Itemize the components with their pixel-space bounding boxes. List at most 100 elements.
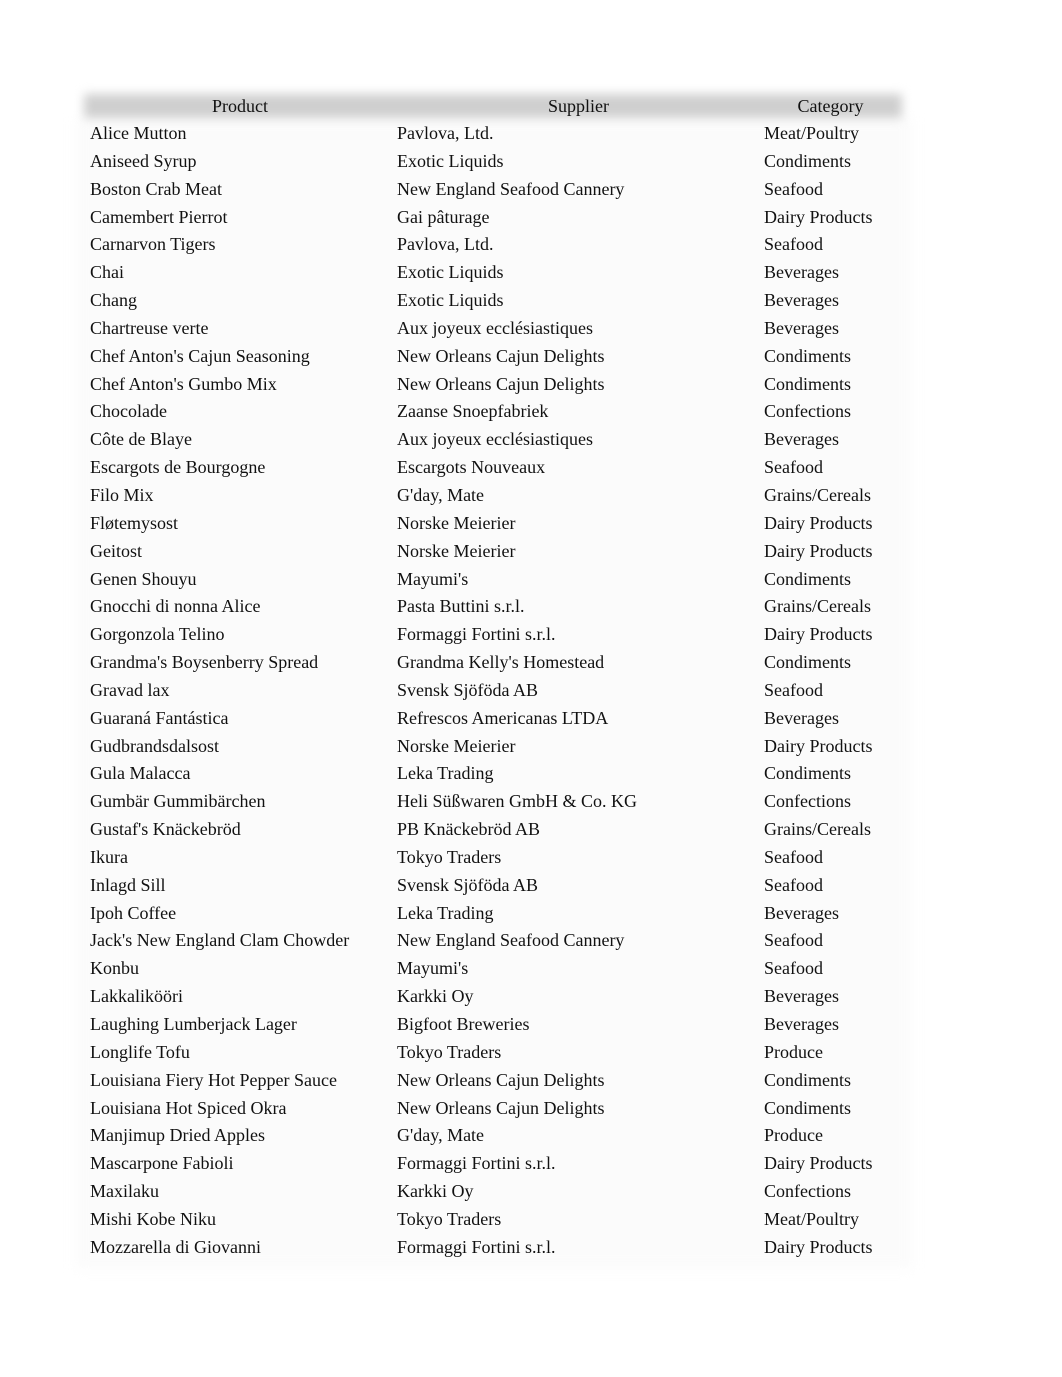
category-cell: Produce (764, 1125, 823, 1146)
supplier-cell: Tokyo Traders (397, 1041, 502, 1062)
category-cell: Beverages (764, 902, 839, 923)
table-row: Chocolade Zaanse Snoepfabriek Confections (84, 398, 904, 426)
table-row: Lakkalikööri Karkki Oy Beverages (84, 983, 904, 1011)
category-cell: Meat/Poultry (764, 1208, 859, 1229)
table-row: Mascarpone Fabioli Formaggi Fortini s.r.l… (84, 1150, 904, 1178)
category-cell: Condiments (764, 150, 852, 171)
table-row: Fløtemysost Norske Meierier Dairy Products (84, 510, 904, 538)
product-cell: Boston Crab Meat (90, 178, 222, 199)
category-cell: Dairy Products (764, 540, 873, 561)
category-cell: Condiments (764, 1069, 852, 1090)
product-cell: Gnocchi di nonna Alice (90, 596, 261, 617)
supplier-cell: Exotic Liquids (397, 150, 504, 171)
product-cell: Louisiana Hot Spiced Okra (90, 1097, 287, 1118)
supplier-cell: Svensk Sjöföda AB (397, 874, 539, 895)
product-cell: Jack's New England Clam Chowder (90, 930, 350, 951)
category-cell: Meat/Poultry (764, 123, 859, 143)
product-cell: Alice Mutton (90, 123, 187, 143)
supplier-cell: Aux joyeux ecclésiastiques (397, 317, 593, 338)
table-row: Chef Anton's Cajun Seasoning New Orleans … (84, 343, 904, 371)
product-cell: Laughing Lumberjack Lager (90, 1014, 297, 1034)
table-row: Gumbär Gummibärchen Heli Süßwaren GmbH & … (84, 788, 904, 816)
table-body: Alice Mutton Pavlova, Ltd. Meat/Poultry Ani… (84, 120, 904, 1262)
product-cell: Gula Malacca (90, 763, 191, 784)
product-cell: Chocolade (90, 401, 167, 422)
table-row: Ikura Tokyo Traders Seafood (84, 844, 904, 872)
supplier-cell: Tokyo Traders (397, 1208, 502, 1229)
product-cell: Genen Shouyu (90, 568, 197, 589)
product-cell: Filo Mix (90, 484, 154, 505)
category-cell: Dairy Products (764, 735, 873, 756)
product-cell: Aniseed Syrup (90, 150, 197, 171)
product-cell: Chef Anton's Gumbo Mix (90, 373, 277, 394)
category-cell: Condiments (764, 373, 852, 394)
table-row: Maxilaku Karkki Oy Confections (84, 1178, 904, 1206)
product-cell: Chang (90, 290, 137, 311)
table-row: Manjimup Dried Apples G'day, Mate Produce (84, 1122, 904, 1150)
product-cell: Mishi Kobe Niku (90, 1208, 216, 1229)
category-cell: Seafood (764, 846, 823, 867)
table-row: Carnarvon Tigers Pavlova, Ltd. Seafood (84, 231, 904, 259)
category-cell: Seafood (764, 874, 823, 895)
category-cell: Dairy Products (764, 1153, 873, 1174)
supplier-cell: New England Seafood Cannery (397, 930, 625, 951)
product-cell: Gumbär Gummibärchen (90, 791, 266, 812)
table-row: Mozzarella di Giovanni Formaggi Fortini s… (84, 1234, 904, 1262)
table-row: Chai Exotic Liquids Beverages (84, 259, 904, 287)
supplier-cell: Gai pâturage (397, 206, 490, 227)
supplier-cell: Mayumi's (397, 568, 469, 589)
supplier-cell: New Orleans Cajun Delights (397, 1097, 605, 1118)
product-cell: Ipoh Coffee (90, 902, 177, 923)
supplier-cell: Formaggi Fortini s.r.l. (397, 1236, 556, 1257)
table-row: Louisiana Fiery Hot Pepper Sauce New Orle… (84, 1067, 904, 1095)
category-cell: Condiments (764, 652, 852, 673)
supplier-cell: Pavlova, Ltd. (397, 123, 494, 143)
table-row: Gudbrandsdalsost Norske Meierier Dairy Pro… (84, 733, 904, 761)
category-cell: Seafood (764, 457, 823, 478)
supplier-cell: New Orleans Cajun Delights (397, 373, 605, 394)
product-cell: Gravad lax (90, 679, 170, 700)
table-row: Laughing Lumberjack Lager Bigfoot Breweri… (84, 1011, 904, 1039)
table-row: Ipoh Coffee Leka Trading Beverages (84, 900, 904, 928)
supplier-cell: G'day, Mate (397, 1125, 485, 1146)
supplier-cell: Exotic Liquids (397, 262, 504, 283)
category-cell: Beverages (764, 1014, 839, 1034)
supplier-cell: Norske Meierier (397, 735, 516, 756)
category-cell: Beverages (764, 262, 839, 283)
category-cell: Condiments (764, 763, 852, 784)
product-cell: Gustaf's Knäckebröd (90, 819, 241, 840)
header-category[interactable]: Category (764, 95, 897, 117)
product-cell: Côte de Blaye (90, 429, 192, 450)
product-cell: Geitost (90, 540, 142, 561)
supplier-cell: Formaggi Fortini s.r.l. (397, 1153, 556, 1174)
product-cell: Chef Anton's Cajun Seasoning (90, 345, 310, 366)
supplier-cell: Aux joyeux ecclésiastiques (397, 429, 593, 450)
product-cell: Mascarpone Fabioli (90, 1153, 234, 1174)
header-product[interactable]: Product (84, 95, 396, 117)
table-row: Mishi Kobe Niku Tokyo Traders Meat/Poultry (84, 1206, 904, 1234)
category-cell: Condiments (764, 568, 852, 589)
category-cell: Seafood (764, 930, 823, 951)
supplier-cell: Leka Trading (397, 902, 494, 923)
supplier-cell: Norske Meierier (397, 540, 516, 561)
supplier-cell: Escargots Nouveaux (397, 457, 546, 478)
category-cell: Beverages (764, 317, 839, 338)
table-row: Konbu Mayumi's Seafood (84, 955, 904, 983)
product-cell: Fløtemysost (90, 512, 179, 533)
table-row: Côte de Blaye Aux joyeux ecclésiastiques B… (84, 426, 904, 454)
product-cell: Louisiana Fiery Hot Pepper Sauce (90, 1069, 337, 1090)
table-row: Louisiana Hot Spiced Okra New Orleans Caj… (84, 1095, 904, 1123)
supplier-cell: Formaggi Fortini s.r.l. (397, 624, 556, 645)
table-row: Chartreuse verte Aux joyeux ecclésiastiqu… (84, 315, 904, 343)
category-cell: Beverages (764, 707, 839, 728)
supplier-cell: Grandma Kelly's Homestead (397, 652, 605, 673)
category-cell: Beverages (764, 290, 839, 311)
category-cell: Confections (764, 791, 851, 812)
product-cell: Grandma's Boysenberry Spread (90, 652, 319, 673)
product-cell: Manjimup Dried Apples (90, 1125, 265, 1146)
category-cell: Grains/Cereals (764, 819, 871, 840)
category-cell: Confections (764, 401, 851, 422)
product-cell: Inlagd Sill (90, 874, 166, 895)
table-row: Gula Malacca Leka Trading Condiments (84, 760, 904, 788)
header-supplier[interactable]: Supplier (396, 95, 761, 117)
